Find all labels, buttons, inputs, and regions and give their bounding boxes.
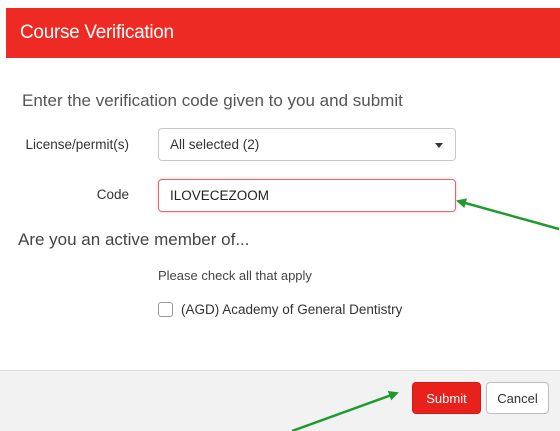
dialog-header: Course Verification <box>6 8 560 58</box>
left-gutter <box>0 8 6 431</box>
dialog-title: Course Verification <box>20 22 174 43</box>
license-select[interactable]: All selected (2) <box>158 128 456 161</box>
agd-checkbox-label[interactable]: (AGD) Academy of General Dentistry <box>181 302 402 317</box>
caret-down-icon <box>435 143 443 148</box>
instruction-text: Enter the verification code given to you… <box>22 91 403 110</box>
code-label: Code <box>96 187 129 202</box>
annotation-arrows <box>291 198 560 431</box>
arrow-icon <box>456 198 560 231</box>
cancel-button[interactable]: Cancel <box>486 382 549 414</box>
top-strip <box>0 0 560 8</box>
license-label: License/permit(s) <box>25 137 129 152</box>
submit-button[interactable]: Submit <box>412 382 481 414</box>
agd-checkbox[interactable] <box>158 302 173 317</box>
active-member-question: Are you an active member of... <box>18 230 250 249</box>
license-select-value: All selected (2) <box>170 137 260 152</box>
code-input[interactable] <box>158 179 456 212</box>
check-hint: Please check all that apply <box>158 268 312 283</box>
